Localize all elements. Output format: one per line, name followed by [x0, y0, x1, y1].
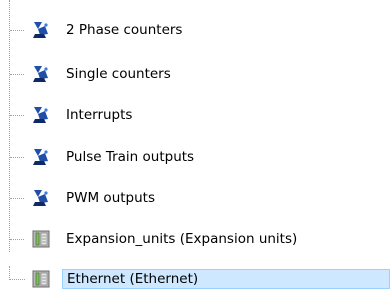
- tree-item-ethernet[interactable]: Ethernet (Ethernet): [0, 266, 390, 292]
- tree-branch-line: [10, 198, 24, 199]
- module-icon: [32, 230, 50, 248]
- tree-item-single-counters[interactable]: Single counters: [0, 61, 390, 87]
- counter-icon: [33, 22, 48, 38]
- module-icon: [32, 270, 50, 288]
- tree-item-label: 2 Phase counters: [66, 22, 183, 38]
- tree-item-label: Interrupts: [66, 107, 133, 123]
- tree-item-label: Single counters: [66, 66, 171, 82]
- tree-branch-line: [10, 74, 24, 75]
- tree-item-2-phase-counters[interactable]: 2 Phase counters: [0, 17, 390, 43]
- tree-item-pulse-train-outputs[interactable]: Pulse Train outputs: [0, 144, 390, 170]
- tree-item-label: Ethernet (Ethernet): [62, 269, 390, 289]
- tree-item-label: PWM outputs: [66, 190, 155, 206]
- tree-item-label: Pulse Train outputs: [66, 149, 195, 165]
- tree-branch-line: [10, 30, 24, 31]
- tree-item-pwm-outputs[interactable]: PWM outputs: [0, 185, 390, 211]
- tree-item-interrupts[interactable]: Interrupts: [0, 102, 390, 128]
- counter-icon: [33, 149, 48, 165]
- tree-branch-line: [9, 266, 25, 280]
- tree-branch-line: [10, 239, 24, 240]
- tree-branch-line: [10, 157, 24, 158]
- counter-icon: [33, 66, 48, 82]
- project-tree: 2 Phase counters Single counters Interru…: [0, 0, 390, 298]
- counter-icon: [33, 107, 48, 123]
- tree-item-label: Expansion_units (Expansion units): [66, 231, 298, 247]
- tree-branch-line: [10, 115, 24, 116]
- counter-icon: [33, 190, 48, 206]
- tree-item-expansion-units[interactable]: Expansion_units (Expansion units): [0, 226, 390, 252]
